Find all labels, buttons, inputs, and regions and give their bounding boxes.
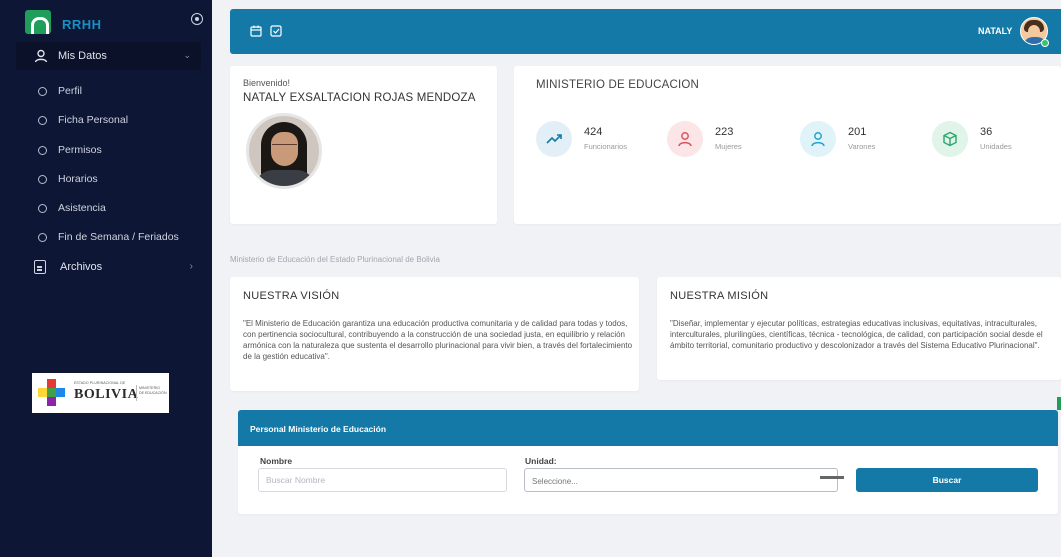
logo-divider bbox=[136, 385, 137, 401]
brand: RRHH bbox=[0, 0, 212, 42]
welcome-greeting: Bienvenido! bbox=[243, 78, 291, 88]
unidad-label: Unidad: bbox=[525, 456, 557, 466]
stat-label: Unidades bbox=[980, 142, 1012, 151]
logo-country-text: BOLIVIA bbox=[74, 387, 139, 402]
logo-ministry-line2: DE EDUCACIÓN bbox=[139, 391, 167, 395]
ministry-title: MINISTERIO DE EDUCACION bbox=[536, 79, 700, 91]
page-subtitle: Ministerio de Educación del Estado Pluri… bbox=[230, 255, 440, 264]
sidebar-toggle-icon[interactable] bbox=[191, 13, 203, 25]
select-arrow-icon bbox=[820, 476, 844, 479]
user-full-name: NATALY EXSALTACION ROJAS MENDOZA bbox=[243, 92, 476, 104]
calendar-icon[interactable] bbox=[250, 25, 262, 37]
scroll-accent bbox=[1057, 397, 1061, 410]
vision-card: NUESTRA VISIÓN "El Ministerio de Educaci… bbox=[230, 277, 639, 391]
sidebar: RRHH Mis Datos ⌄ Perfil Ficha Personal P… bbox=[0, 0, 212, 557]
top-bar: NATALY bbox=[230, 9, 1061, 54]
logo-small-text: ESTADO PLURINACIONAL DE bbox=[74, 381, 126, 385]
chevron-right-icon: › bbox=[189, 261, 193, 272]
sidebar-group-mis-datos[interactable]: Mis Datos ⌄ bbox=[16, 42, 201, 70]
mision-card: NUESTRA MISIÓN "Diseñar, implementar y e… bbox=[657, 277, 1061, 380]
personal-search-header: Personal Ministerio de Educación bbox=[238, 410, 1058, 446]
circle-icon bbox=[38, 116, 47, 125]
vision-title: NUESTRA VISIÓN bbox=[243, 290, 340, 302]
personal-search-card: Personal Ministerio de Educación Nombre … bbox=[238, 410, 1058, 514]
profile-photo bbox=[246, 113, 322, 189]
circle-icon bbox=[38, 146, 47, 155]
sidebar-item-label: Permisos bbox=[58, 144, 102, 156]
stat-varones: 201 Varones bbox=[800, 121, 930, 157]
chevron-down-icon: ⌄ bbox=[183, 50, 191, 60]
unidad-select[interactable]: Seleccione... bbox=[524, 468, 844, 492]
stat-label: Funcionarios bbox=[584, 142, 627, 151]
welcome-card: Bienvenido! NATALY EXSALTACION ROJAS MEN… bbox=[230, 66, 497, 224]
box-icon bbox=[932, 121, 968, 157]
stat-value: 424 bbox=[584, 126, 603, 138]
stat-value: 223 bbox=[715, 126, 734, 138]
trending-up-icon bbox=[536, 121, 572, 157]
brand-name: RRHH bbox=[62, 17, 102, 32]
stat-label: Varones bbox=[848, 142, 876, 151]
mision-text: "Diseñar, implementar y ejecutar polític… bbox=[670, 319, 1043, 350]
ministry-stats-card: MINISTERIO DE EDUCACION 424 Funcionarios… bbox=[514, 66, 1061, 224]
personal-search-title: Personal Ministerio de Educación bbox=[250, 424, 387, 434]
sidebar-item-label: Archivos bbox=[60, 261, 103, 273]
user-icon bbox=[800, 121, 836, 157]
circle-icon bbox=[38, 175, 47, 184]
sidebar-item-label: Fin de Semana / Feriados bbox=[58, 231, 179, 243]
user-icon bbox=[667, 121, 703, 157]
stat-value: 201 bbox=[848, 126, 867, 138]
nombre-search-input[interactable] bbox=[258, 468, 507, 492]
stat-unidades: 36 Unidades bbox=[932, 121, 1061, 157]
sidebar-item-label: Perfil bbox=[58, 85, 82, 97]
sidebar-item-archivos[interactable]: Archivos › bbox=[34, 258, 201, 278]
circle-icon bbox=[38, 87, 47, 96]
user-icon bbox=[34, 49, 48, 63]
nombre-label: Nombre bbox=[260, 456, 293, 466]
stat-funcionarios: 424 Funcionarios bbox=[536, 121, 666, 157]
circle-icon bbox=[38, 204, 47, 213]
vision-text: "El Ministerio de Educación garantiza un… bbox=[243, 319, 633, 361]
sidebar-item-label: Ficha Personal bbox=[58, 114, 129, 126]
sidebar-group-label: Mis Datos bbox=[58, 50, 107, 62]
buscar-button[interactable]: Buscar bbox=[856, 468, 1038, 492]
unidad-select-value: Seleccione... bbox=[532, 477, 578, 486]
user-name[interactable]: NATALY bbox=[978, 26, 1012, 36]
checkbox-icon[interactable] bbox=[270, 25, 282, 37]
bolivia-ministry-logo: ESTADO PLURINACIONAL DE BOLIVIA MINISTER… bbox=[32, 373, 169, 413]
mision-title: NUESTRA MISIÓN bbox=[670, 290, 769, 302]
stat-label: Mujeres bbox=[715, 142, 742, 151]
file-icon bbox=[34, 260, 46, 274]
bolivia-emblem-icon bbox=[38, 379, 66, 407]
rrhh-logo-icon bbox=[25, 10, 51, 34]
logo-ministry-text: MINISTERIO DE EDUCACIÓN bbox=[139, 386, 167, 396]
circle-icon bbox=[38, 233, 47, 242]
stat-value: 36 bbox=[980, 126, 993, 138]
sidebar-item-label: Horarios bbox=[58, 173, 98, 185]
sidebar-item-label: Asistencia bbox=[58, 202, 106, 214]
stat-mujeres: 223 Mujeres bbox=[667, 121, 797, 157]
online-status-icon bbox=[1041, 39, 1049, 47]
